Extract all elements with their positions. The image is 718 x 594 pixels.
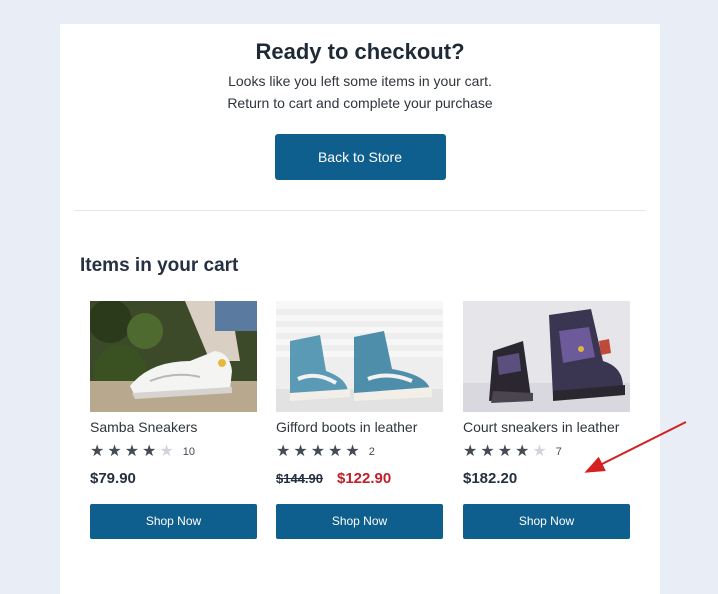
review-count: 10 <box>182 446 195 458</box>
product-name[interactable]: Gifford boots in leather <box>276 416 443 438</box>
subtitle-line-1: Looks like you left some items in your c… <box>228 73 492 89</box>
price-row: $79.90 <box>90 470 257 492</box>
star-icon: ★ <box>328 443 343 460</box>
price: $182.20 <box>463 470 518 487</box>
star-rating: ★ ★ ★ ★ ★ 2 <box>276 442 443 462</box>
shop-now-button[interactable]: Shop Now <box>90 504 257 539</box>
cart-item: Court sneakers in leather ★ ★ ★ ★ ★ 7 $1… <box>463 301 630 539</box>
star-icon: ★ <box>107 443 122 460</box>
subtitle-line-2: Return to cart and complete your purchas… <box>227 95 493 111</box>
original-price: $144.90 <box>276 471 323 486</box>
cart-section-title: Items in your cart <box>80 255 239 276</box>
purple-basketball-shoe-photo[interactable] <box>463 301 630 412</box>
star-rating: ★ ★ ★ ★ ★ 10 <box>90 442 257 462</box>
shop-now-button[interactable]: Shop Now <box>276 504 443 539</box>
star-empty-icon: ★ <box>159 443 174 460</box>
star-icon: ★ <box>90 443 105 460</box>
review-count: 7 <box>555 446 562 458</box>
subtitle: Looks like you left some items in your c… <box>60 70 660 114</box>
star-rating: ★ ★ ★ ★ ★ 7 <box>463 442 630 462</box>
price-row: $182.20 <box>463 470 630 492</box>
star-icon: ★ <box>515 443 530 460</box>
star-icon: ★ <box>497 443 513 460</box>
header: Ready to checkout? Looks like you left s… <box>60 24 660 180</box>
blue-hightop-sneaker-photo[interactable] <box>276 301 443 412</box>
product-name[interactable]: Court sneakers in leather <box>463 416 630 438</box>
star-icon: ★ <box>293 443 308 460</box>
cart-item: Samba Sneakers ★ ★ ★ ★ ★ 10 $79.90 Shop … <box>90 301 257 539</box>
star-empty-icon: ★ <box>532 443 547 460</box>
back-to-store-button[interactable]: Back to Store <box>274 134 446 180</box>
star-icon: ★ <box>124 443 140 460</box>
star-icon: ★ <box>276 443 291 460</box>
price-row: $144.90 $122.90 <box>276 470 443 492</box>
star-icon: ★ <box>142 443 157 460</box>
star-icon: ★ <box>345 443 360 460</box>
shop-now-button[interactable]: Shop Now <box>463 504 630 539</box>
divider <box>74 210 646 211</box>
star-icon: ★ <box>310 443 326 460</box>
price: $79.90 <box>90 470 136 487</box>
page-title: Ready to checkout? <box>255 39 465 64</box>
cart-item: Gifford boots in leather ★ ★ ★ ★ ★ 2 $14… <box>276 301 443 539</box>
star-icon: ★ <box>463 443 478 460</box>
product-name[interactable]: Samba Sneakers <box>90 416 257 438</box>
checkout-reminder-card: Ready to checkout? Looks like you left s… <box>60 24 660 594</box>
review-count: 2 <box>368 446 375 458</box>
star-icon: ★ <box>480 443 495 460</box>
white-sneaker-photo[interactable] <box>90 301 257 412</box>
sale-price: $122.90 <box>337 470 392 487</box>
